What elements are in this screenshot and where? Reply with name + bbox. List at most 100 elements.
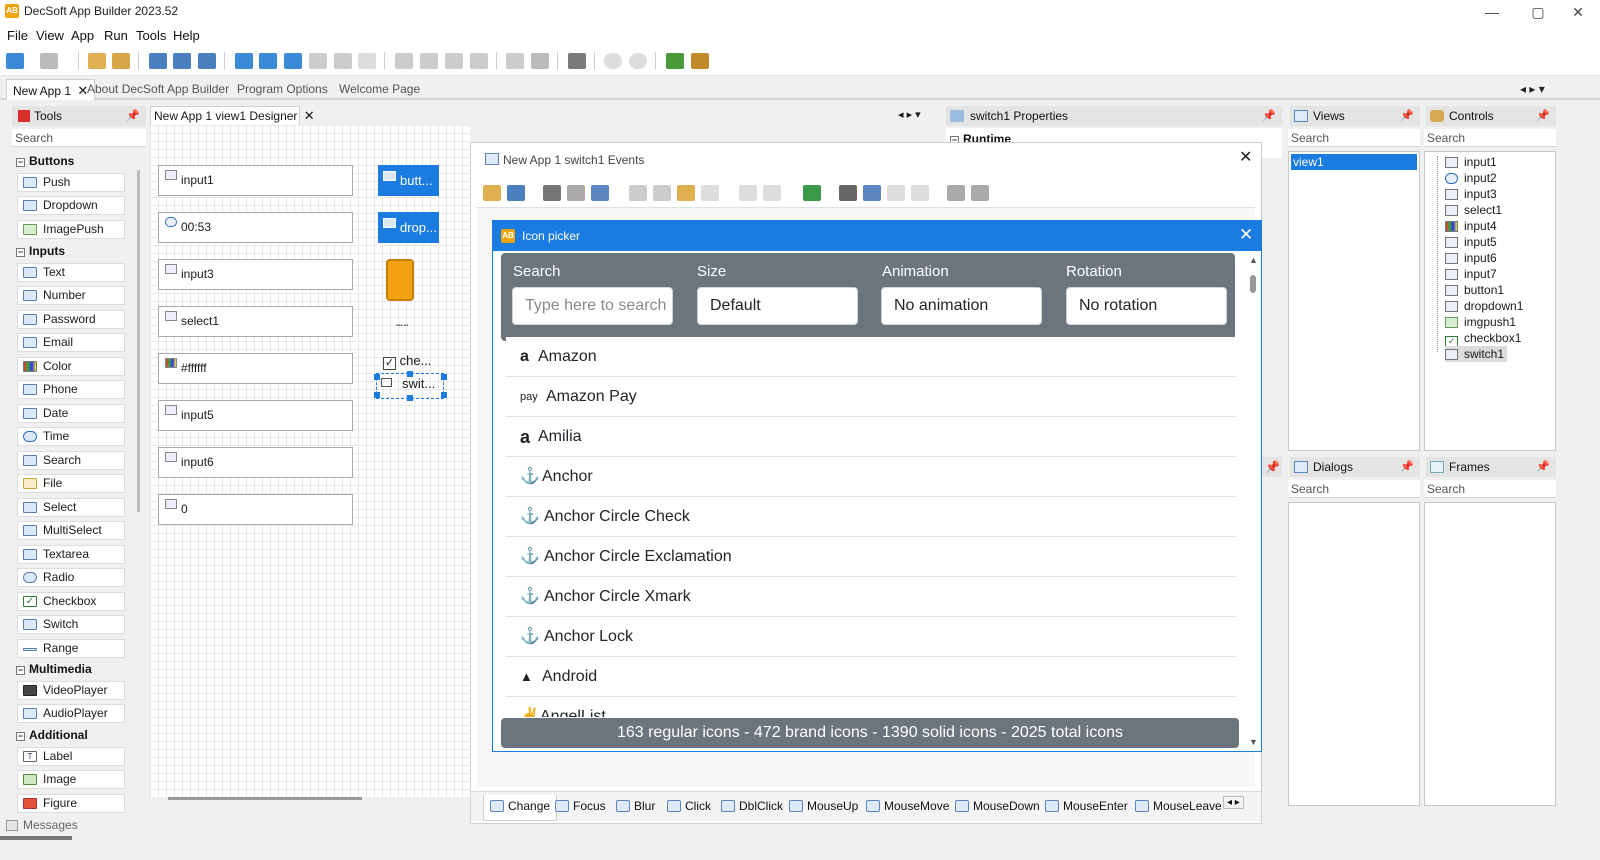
tools-search-input[interactable]: Search [12,129,146,147]
designer-input2[interactable]: 00:53 [158,212,353,243]
view-props-icon[interactable] [309,53,327,69]
event-tab-mousedown[interactable]: MouseDown [955,799,1040,813]
prev-icon[interactable] [887,185,905,201]
designer-input1[interactable]: input1 [158,165,353,196]
tool-dropdown[interactable]: Dropdown [17,196,125,215]
cut-icon[interactable] [653,185,671,201]
download-icon[interactable] [666,53,684,69]
tab-scroll-left-icon[interactable]: ◂ ▸ ▾ [1520,82,1545,96]
search-input[interactable]: Type here to search [512,287,673,325]
control-item[interactable]: dropdown1 [1445,298,1523,314]
designer-imgpush1[interactable] [386,259,414,301]
tool-search[interactable]: Search [17,451,125,470]
resize-handle[interactable] [407,371,413,377]
control-item[interactable]: input3 [1445,186,1497,202]
resize-handle[interactable] [374,392,380,398]
event-tab-mousemove[interactable]: MouseMove [866,799,949,813]
save-all-icon[interactable] [198,53,216,69]
event-tab-click[interactable]: Click [667,799,711,813]
add-dialog-icon[interactable] [259,53,277,69]
view-remove-icon[interactable] [334,53,352,69]
control-item[interactable]: ✓ checkbox1 [1445,330,1521,347]
open-folder-alt-icon[interactable] [112,53,130,69]
maximize-icon[interactable]: ▢ [1518,2,1558,22]
tool-push[interactable]: Push [17,173,125,192]
list-item[interactable]: ✌ AngelList [506,697,1235,717]
tool-text[interactable]: Text [17,263,125,282]
views-search-input[interactable]: Search [1288,129,1420,147]
tool-figure[interactable]: Figure [17,794,125,813]
open-recent-icon[interactable] [40,53,58,69]
event-tab-blur[interactable]: Blur [616,799,655,813]
list-item[interactable]: ⚓ Anchor Lock [506,617,1235,657]
bug-icon[interactable] [691,53,709,69]
resize-handle[interactable] [441,374,447,380]
resize-handle[interactable] [374,374,380,380]
list-item[interactable]: ▲ Android [506,657,1235,697]
tools-scrollbar[interactable] [137,170,140,512]
control-item[interactable]: input2 [1445,170,1497,186]
section-inputs[interactable]: − Inputs [16,244,65,258]
minimize-icon[interactable]: — [1472,2,1512,22]
pin-icon[interactable]: 📌 [126,106,140,126]
messages-tab[interactable]: Messages [6,818,96,836]
tab-new-app[interactable]: New App 1 ✕ [6,79,96,100]
list-item[interactable]: pay Amazon Pay [506,377,1235,417]
build-icon[interactable] [531,53,549,69]
copy-icon[interactable] [629,185,647,201]
view-item-view1[interactable]: view1 [1291,154,1417,170]
dialogs-search-input[interactable]: Search [1288,480,1420,498]
control-item[interactable]: input6 [1445,250,1497,266]
tool-date[interactable]: Date [17,404,125,423]
control-item[interactable]: input7 [1445,266,1497,282]
tool-imagepush[interactable]: ImagePush [17,220,125,239]
tool-radio[interactable]: Radio [17,568,125,587]
close-icon[interactable]: ✕ [1558,2,1598,22]
add-view-icon[interactable] [235,53,253,69]
list-item[interactable]: a Amazon [506,337,1235,377]
export-icon[interactable] [395,53,413,69]
control-item[interactable]: select1 [1445,202,1502,218]
menu-view[interactable]: View [36,28,64,43]
tool-time[interactable]: Time [17,427,125,446]
tab-welcome-page[interactable]: Welcome Page [339,82,420,96]
size-select[interactable]: Default [697,287,858,325]
new-app-icon[interactable] [6,53,24,69]
add-frame-icon[interactable] [284,53,302,69]
icon-list-scrollbar[interactable]: ▲ ▼ [1249,255,1258,749]
list-item[interactable]: ⚓ Anchor Circle Exclamation [506,537,1235,577]
tool-switch[interactable]: Switch [17,615,125,634]
designer-select1[interactable]: select1 [158,306,353,337]
section-additional[interactable]: − Additional [16,728,88,742]
tab-about[interactable]: About DecSoft App Builder [87,82,229,96]
list-item[interactable]: ⚓ Anchor Circle Xmark [506,577,1235,617]
tab-program-options[interactable]: Program Options [237,82,328,96]
control-item-selected[interactable]: switch1 [1445,346,1508,362]
tool-videoplayer[interactable]: VideoPlayer [17,681,125,700]
event-tab-focus[interactable]: Focus [555,799,606,813]
format-icon[interactable] [567,185,585,201]
save-icon[interactable] [507,185,525,201]
close-icon[interactable]: ✕ [1239,225,1253,245]
menu-run[interactable]: Run [104,28,128,43]
delete-icon[interactable] [701,185,719,201]
menu-help[interactable]: Help [173,28,200,43]
event-tab-dblclick[interactable]: DblClick [721,799,783,813]
list-item[interactable]: a Amilia [506,417,1235,457]
pin-icon[interactable]: 📌 [1262,106,1276,126]
uncomment-icon[interactable] [971,185,989,201]
designer-input5[interactable]: input5 [158,400,353,431]
resize-handle[interactable] [441,392,447,398]
redo-icon[interactable] [763,185,781,201]
pin-icon[interactable]: 📌 [1400,457,1414,477]
designer-dropdown1[interactable]: drop... [378,212,439,243]
control-item[interactable]: input4 [1445,218,1497,234]
close-icon[interactable]: ✕ [1239,147,1252,167]
control-item[interactable]: imgpush1 [1445,314,1516,330]
comment-icon[interactable] [947,185,965,201]
rotation-select[interactable]: No rotation [1066,287,1227,325]
tool-multiselect[interactable]: MultiSelect [17,521,125,540]
tool-range[interactable]: Range [17,639,125,658]
designer-input3[interactable]: input3 [158,259,353,290]
designer-input7[interactable]: 0 [158,494,353,525]
